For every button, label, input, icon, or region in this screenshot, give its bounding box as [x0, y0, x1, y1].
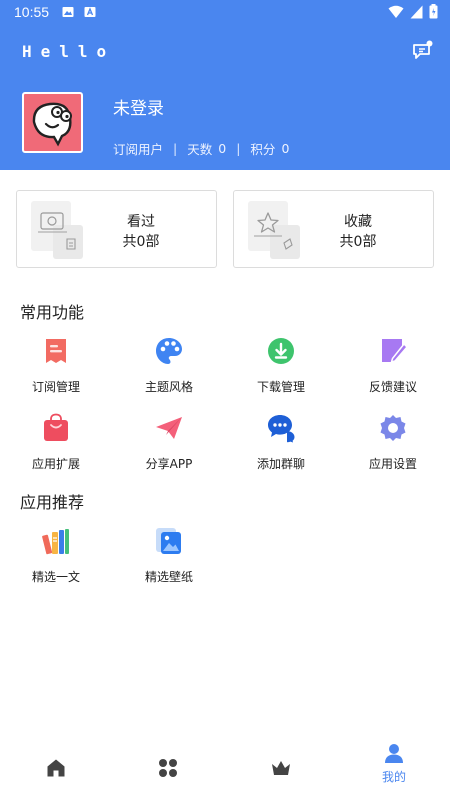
apps-grid-icon — [159, 759, 177, 777]
home-icon — [47, 759, 65, 777]
recommendations-title: 应用推荐 — [20, 493, 85, 512]
status-time: 10:55 — [14, 4, 50, 20]
download-management[interactable]: 下载管理 — [236, 336, 326, 395]
share-app[interactable]: 分享APP — [124, 413, 214, 472]
common-functions-title: 常用功能 — [20, 303, 85, 322]
gear-icon — [380, 415, 406, 441]
app-settings[interactable]: 应用设置 — [348, 413, 438, 472]
feedback-suggestions-label: 反馈建议 — [368, 380, 417, 394]
app-extensions-label: 应用扩展 — [31, 457, 80, 471]
meta-divider: | — [173, 141, 178, 156]
watched-history-icon — [31, 201, 83, 259]
image-notification-icon — [62, 7, 74, 17]
palette-icon — [156, 338, 182, 364]
subscription-management-label: 订阅管理 — [31, 380, 80, 394]
crown-icon — [272, 761, 290, 775]
share-app-label: 分享APP — [145, 457, 193, 471]
featured-articles-label: 精选一文 — [31, 570, 80, 584]
add-group-chat[interactable]: 添加群聊 — [236, 413, 326, 472]
featured-wallpapers-label: 精选壁纸 — [144, 570, 193, 584]
download-icon — [268, 338, 294, 364]
battery-icon — [429, 4, 438, 19]
profile-header: 10:55 Hello 未登录 订阅用户 | 天数 0 | 积分 0 — [0, 0, 450, 170]
subscription-management[interactable]: 订阅管理 — [11, 336, 101, 395]
nav-mine-label: 我的 — [381, 770, 406, 784]
watched-count: 共0部 — [122, 234, 160, 250]
favorites-card[interactable]: 收藏 共0部 — [233, 190, 434, 268]
days-value: 0 — [218, 141, 227, 156]
watched-card[interactable]: 看过 共0部 — [16, 190, 217, 268]
featured-articles[interactable]: 精选一文 — [11, 526, 101, 585]
points-value: 0 — [281, 141, 290, 156]
days-label: 天数 — [187, 142, 213, 157]
featured-wallpapers[interactable]: 精选壁纸 — [124, 526, 214, 585]
app-extensions[interactable]: 应用扩展 — [11, 413, 101, 472]
favorites-count: 共0部 — [339, 234, 377, 250]
chat-bubbles-icon — [268, 415, 295, 443]
watched-title: 看过 — [127, 214, 155, 230]
user-meta: 订阅用户 | 天数 0 | 积分 0 — [113, 139, 289, 158]
shopping-bag-icon — [44, 413, 68, 441]
favorites-title: 收藏 — [344, 214, 372, 230]
app-title: Hello — [22, 42, 116, 61]
edit-icon — [382, 339, 408, 364]
points-label: 积分 — [250, 142, 276, 157]
nav-mine[interactable]: 我的 — [338, 740, 450, 800]
meta-divider: | — [236, 141, 241, 156]
nav-apps[interactable] — [112, 740, 224, 800]
subscription-icon — [46, 339, 66, 363]
theme-style-label: 主题风格 — [144, 380, 193, 394]
status-indicators — [388, 4, 438, 19]
wifi-icon — [388, 5, 404, 18]
font-notification-icon — [84, 7, 96, 17]
add-group-chat-label: 添加群聊 — [256, 457, 305, 471]
download-management-label: 下载管理 — [256, 380, 305, 394]
favorites-star-icon — [248, 201, 300, 259]
messages-icon[interactable] — [412, 40, 434, 62]
nav-vip[interactable] — [225, 740, 337, 800]
theme-style[interactable]: 主题风格 — [124, 336, 214, 395]
nav-home[interactable] — [0, 740, 112, 800]
bottom-nav: 我的 — [0, 740, 450, 800]
user-name[interactable]: 未登录 — [113, 94, 164, 119]
user-role: 订阅用户 — [113, 142, 164, 157]
status-bar: 10:55 — [0, 0, 450, 26]
books-icon — [42, 529, 69, 555]
user-icon — [385, 744, 403, 763]
wallpaper-icon — [156, 528, 181, 554]
avatar[interactable] — [22, 92, 83, 153]
feedback-suggestions[interactable]: 反馈建议 — [348, 336, 438, 395]
app-settings-label: 应用设置 — [368, 457, 417, 471]
history-cards: 看过 共0部 收藏 共0部 — [16, 190, 434, 268]
signal-icon — [410, 5, 423, 18]
mascot-face-icon — [32, 102, 72, 147]
paper-plane-icon — [156, 417, 182, 439]
